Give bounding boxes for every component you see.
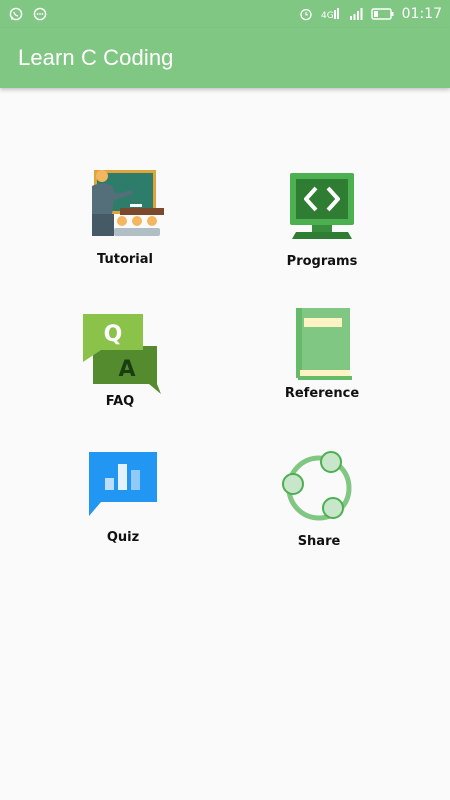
programs-label: Programs	[286, 254, 358, 269]
share-label: Share	[297, 534, 341, 549]
app-title: Learn C Coding	[18, 45, 174, 70]
reference-label: Reference	[284, 386, 360, 401]
svg-text:A: A	[118, 357, 135, 382]
messenger-icon	[32, 6, 48, 22]
faq-label: FAQ	[105, 394, 135, 409]
status-bar: 4G 01:17	[0, 0, 450, 28]
menu-grid: Tutorial Programs Q A FAQ Reference Quiz…	[0, 88, 450, 800]
app-bar: Learn C Coding	[0, 28, 450, 88]
tutorial-label: Tutorial	[97, 252, 153, 267]
reference-button[interactable]: Reference	[247, 306, 397, 421]
tutorial-button[interactable]: Tutorial	[50, 168, 200, 283]
signal-icon	[348, 6, 364, 22]
book-icon	[296, 308, 352, 380]
status-time: 01:17	[401, 6, 442, 22]
quiz-button[interactable]: Quiz	[48, 450, 198, 565]
status-left-icons	[8, 6, 48, 22]
teacher-blackboard-icon	[92, 170, 164, 236]
faq-button[interactable]: Q A FAQ	[45, 312, 195, 427]
programs-button[interactable]: Programs	[247, 170, 397, 285]
battery-icon	[370, 6, 395, 22]
network-4g-icon: 4G	[321, 6, 341, 22]
qa-chat-icon: Q A	[83, 314, 161, 394]
whatsapp-icon	[8, 6, 24, 22]
svg-text:4G: 4G	[321, 11, 334, 21]
svg-text:Q: Q	[104, 322, 123, 347]
quiz-label: Quiz	[106, 530, 140, 545]
status-right-icons: 4G 01:17	[298, 6, 442, 22]
chart-bubble-icon	[89, 452, 157, 516]
code-monitor-icon	[290, 173, 354, 239]
alarm-icon	[298, 6, 314, 22]
share-button[interactable]: Share	[244, 450, 394, 565]
share-circle-icon	[282, 451, 352, 521]
